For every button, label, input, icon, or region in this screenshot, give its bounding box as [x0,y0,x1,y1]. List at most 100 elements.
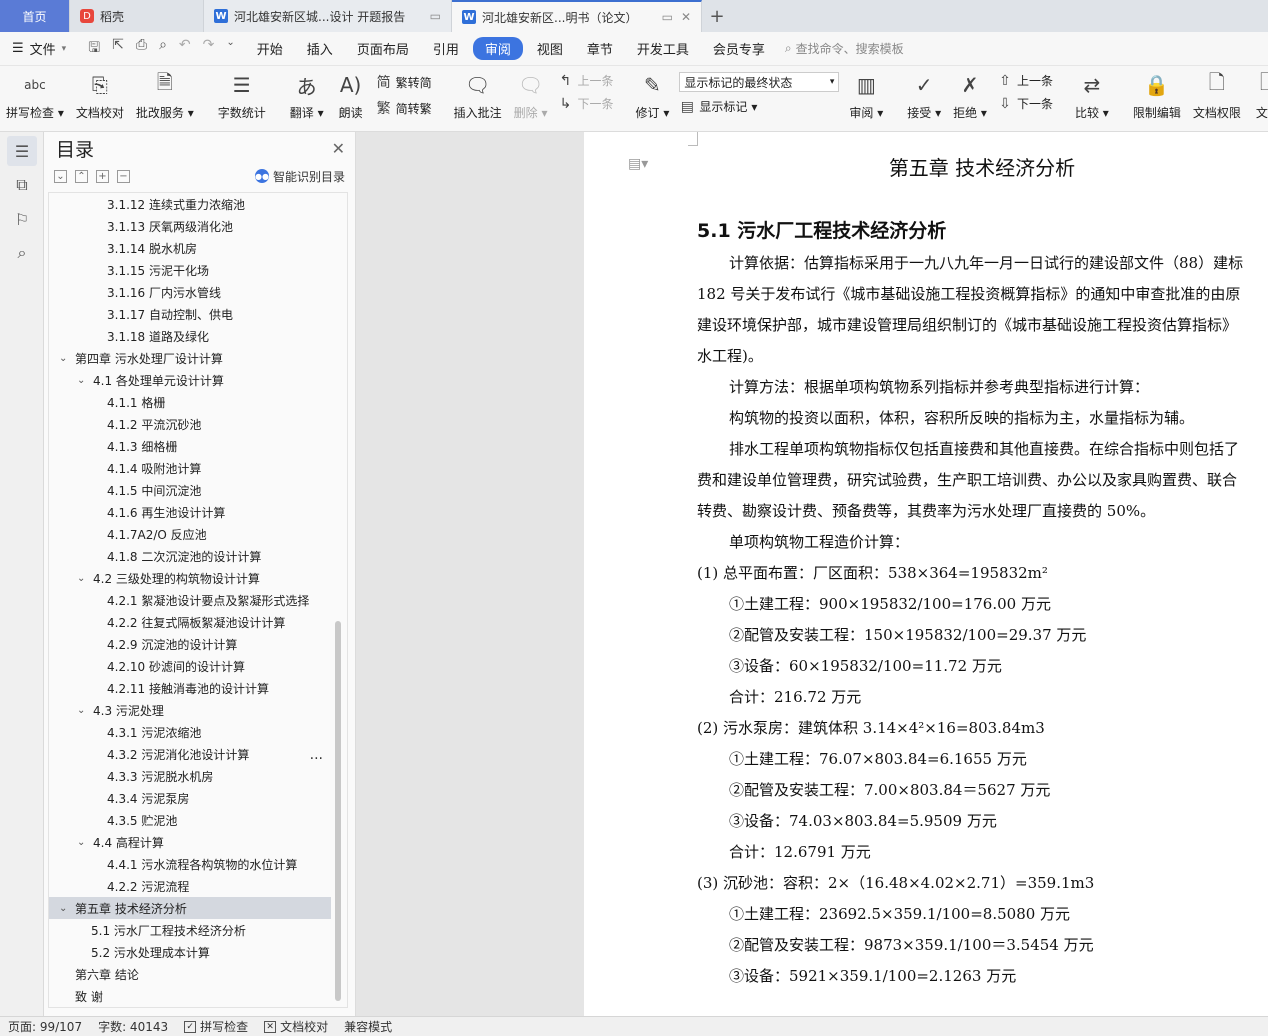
toc-item[interactable]: 3.1.12 连续式重力浓缩池 [49,193,347,215]
status-spell-check[interactable]: ✓ 拼写检查 [184,1018,248,1035]
toc-item[interactable]: 4.3.5 贮泥池 [49,809,347,831]
next-comment-button[interactable]: ↳ 下一条 [558,95,614,112]
menu-insert[interactable]: 插入 [297,35,343,62]
word-count[interactable]: 字数: 40143 [98,1018,168,1035]
expand-all-icon[interactable]: ⌃ [75,169,88,183]
toc-item[interactable]: 4.1.6 再生池设计计算 [49,501,347,523]
toc-item[interactable]: 4.1.4 吸附池计算 [49,457,347,479]
toc-item[interactable]: 4.4.1 污水流程各构筑物的水位计算 [49,853,347,875]
plus-icon[interactable]: + [96,169,109,183]
doc-more-button[interactable]: 🗋 文档 [1247,70,1268,121]
toc-item[interactable]: ⌄ 4.1 各处理单元设计计算 [49,369,347,391]
chevron-down-icon[interactable]: ⌄ [59,903,75,914]
file-menu[interactable]: ☰ 文件 ▾ [0,39,78,58]
tab-doc-thesis[interactable]: W 河北雄安新区...明书（论文） ▭ ✕ [452,0,702,32]
toc-item[interactable]: 4.1.8 二次沉淀池的设计计算 [49,545,347,567]
menu-member[interactable]: 会员专享 [703,35,775,62]
menu-chapter[interactable]: 章节 [577,35,623,62]
toc-item[interactable]: ⌄ 4.3 污泥处理 [49,699,347,721]
spell-check-button[interactable]: abc 拼写检查 ▾ [0,70,70,121]
monitor-icon[interactable]: ▭ [430,9,441,23]
monitor-icon[interactable]: ▭ [662,10,673,24]
toc-item[interactable]: 4.2.11 接触消毒池的设计计算 [49,677,347,699]
restrict-edit-button[interactable]: 🔒 限制编辑 [1127,70,1187,121]
reject-button[interactable]: ✗ 拒绝 ▾ [947,70,993,121]
toc-item[interactable]: 3.1.14 脱水机房 [49,237,347,259]
next-change-button[interactable]: ⇩ 下一条 [997,95,1053,112]
insert-comment-button[interactable]: 🗨 插入批注 [448,70,508,121]
export-icon[interactable]: ⇱ [112,37,124,61]
translate-button[interactable]: あ 翻译 ▾ [284,70,330,121]
tab-home[interactable]: 首页 [0,0,70,32]
tab-daoke[interactable]: D 稻壳 [70,0,204,32]
chevron-down-icon[interactable]: ⌄ [226,37,234,61]
more-icon[interactable]: ... [310,747,323,763]
toc-item[interactable]: 4.2.10 砂滤间的设计计算 [49,655,347,677]
read-aloud-button[interactable]: A) 朗读 [330,70,372,121]
annotation-service-button[interactable]: 🗎 批改服务 ▾ [130,70,200,121]
toc-scrollbar[interactable] [335,621,341,1001]
toc-item[interactable]: ⌄ 第四章 污水处理厂设计计算 [49,347,347,369]
simp-to-trad-button[interactable]: 繁简转繁 [376,98,432,118]
show-markup-button[interactable]: ▤ 显示标记 ▾ [679,98,839,115]
toc-item[interactable]: 5.1 污水厂工程技术经济分析 [49,919,347,941]
menu-page-layout[interactable]: 页面布局 [347,35,419,62]
toc-item[interactable]: 4.2.1 絮凝池设计要点及絮凝形式选择 [49,589,347,611]
print-preview-icon[interactable]: ⌕ [159,37,167,61]
doc-permission-button[interactable]: 🗋 文档权限 [1187,70,1247,121]
toc-item[interactable]: 4.1.1 格栅 [49,391,347,413]
toc-item[interactable]: 3.1.16 厂内污水管线 [49,281,347,303]
track-changes-button[interactable]: ✎ 修订 ▾ [630,70,676,121]
toc-item[interactable]: 4.1.3 细格栅 [49,435,347,457]
menu-review[interactable]: 审阅 [472,37,523,60]
menu-references[interactable]: 引用 [423,35,469,62]
chevron-down-icon[interactable]: ⌄ [77,375,93,386]
menu-developer[interactable]: 开发工具 [627,35,699,62]
close-icon[interactable]: ✕ [681,10,691,24]
save-icon[interactable]: 🖫 [88,37,100,61]
toc-item[interactable]: 致 谢 [49,985,347,1007]
chevron-down-icon[interactable]: ⌄ [77,705,93,716]
command-search[interactable]: ⌕ 查找命令、搜索模板 [785,40,904,57]
smart-toc-button[interactable]: ●● 智能识别目录 [254,168,345,185]
toc-item[interactable]: 第六章 结论 [49,963,347,985]
toc-item[interactable]: 4.3.2 污泥消化池设计计算 [49,743,347,765]
paragraph-menu-icon[interactable]: ▤▾ [628,156,648,172]
review-pane-button[interactable]: ▥ 审阅 ▾ [843,70,889,121]
toc-item[interactable]: 3.1.18 道路及绿化 [49,325,347,347]
document-body[interactable]: 第五章 技术经济分析 5.1 污水厂工程技术经济分析 计算依据：估算指标采用于一… [697,148,1268,992]
toc-item[interactable]: 3.1.17 自动控制、供电 [49,303,347,325]
toc-item[interactable]: 4.1.2 平流沉砂池 [49,413,347,435]
delete-comment-button[interactable]: 🗨 删除 ▾ [508,70,554,121]
bookmark-icon[interactable]: ⚐ [7,204,37,234]
toc-item[interactable]: 4.1.7A2/O 反应池 [49,523,347,545]
close-icon[interactable]: ✕ [332,139,345,158]
toc-item[interactable]: 4.3.1 污泥浓缩池 [49,721,347,743]
chapter-icon[interactable]: ⧉ [7,170,37,200]
minus-icon[interactable]: − [117,169,130,183]
prev-comment-button[interactable]: ↰ 上一条 [558,72,614,89]
redo-icon[interactable]: ↷ [203,37,215,61]
toc-item[interactable]: 4.2.2 污泥流程 [49,875,347,897]
prev-change-button[interactable]: ⇧ 上一条 [997,72,1053,89]
page-count[interactable]: 页面: 99/107 [8,1018,82,1035]
status-proofread[interactable]: ✕ 文档校对 [264,1018,328,1035]
word-count-button[interactable]: ☰ 字数统计 [212,70,272,121]
undo-icon[interactable]: ↶ [179,37,191,61]
chevron-down-icon[interactable]: ⌄ [77,573,93,584]
toc-item[interactable]: 4.2.2 往复式隔板絮凝池设计计算 [49,611,347,633]
toc-item[interactable]: 3.1.13 厌氧两级消化池 [49,215,347,237]
toc-item[interactable]: ⌄ 4.4 高程计算 [49,831,347,853]
toc-item[interactable]: 5.2 污水处理成本计算 [49,941,347,963]
toc-item[interactable]: 4.3.4 污泥泵房 [49,787,347,809]
markup-state-select[interactable]: 显示标记的最终状态 ▾ [679,72,840,92]
new-tab-button[interactable]: + [702,0,732,32]
menu-view[interactable]: 视图 [527,35,573,62]
toc-item[interactable]: 4.2.9 沉淀池的设计计算 [49,633,347,655]
doc-proofread-button[interactable]: ⎘ 文档校对 [70,70,130,121]
tab-doc-proposal[interactable]: W 河北雄安新区城...设计 开题报告 ▭ [204,0,452,32]
print-icon[interactable]: ⎙ [136,37,147,61]
toc-item[interactable]: 3.1.15 污泥干化场 [49,259,347,281]
trad-to-simp-button[interactable]: 简繁转简 [376,72,432,92]
toc-item[interactable]: ⌄ 第五章 技术经济分析 [49,897,331,919]
